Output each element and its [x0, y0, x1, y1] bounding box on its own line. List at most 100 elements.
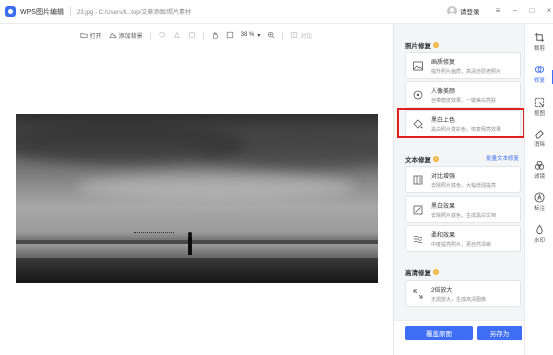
fit-screen-button[interactable]	[226, 31, 234, 39]
title-divider	[69, 7, 71, 16]
sidebar-item-label: 裁剪	[533, 46, 545, 52]
photo-light-band	[76, 174, 356, 200]
card-description: 提升照片画质，高清还原老照片	[431, 68, 502, 75]
chevron-down-icon: ▾	[257, 32, 261, 39]
photo-person-silhouette	[188, 232, 192, 255]
flip-button[interactable]	[173, 31, 181, 39]
login-button[interactable]: 请登录	[447, 6, 480, 16]
card-description: 中度提亮照片，更自然清晰	[431, 241, 492, 248]
rotate-left-button[interactable]	[158, 31, 166, 39]
repair-icon	[534, 66, 545, 73]
sidebar-item-label: 水印	[533, 238, 545, 244]
zoom-in-button[interactable]	[267, 31, 275, 39]
batch-text-repair-link[interactable]: 批量文本修复	[486, 154, 519, 162]
folder-icon	[80, 33, 88, 38]
image-toolbar: 打开 添加背景 38 % ▾ 对比	[0, 28, 392, 42]
close-icon[interactable]: ×	[545, 6, 553, 16]
compare-icon	[291, 32, 298, 38]
card-upscale-2x[interactable]: 2倍放大 无损放大，生成高清图像	[405, 280, 521, 307]
mirror-button[interactable]	[188, 31, 196, 39]
hand-icon	[212, 32, 218, 39]
add-background-button[interactable]: 添加背景	[108, 31, 143, 40]
sidebar-item-label: 修复	[533, 78, 545, 84]
sidebar-item-crop[interactable]: 裁剪	[525, 32, 553, 52]
sidebar-item-watermark[interactable]: 水印	[525, 224, 553, 244]
background-icon	[108, 32, 117, 38]
sidebar-item-repair[interactable]: 修复	[525, 64, 553, 84]
sidebar-item-annotate[interactable]: 标注	[525, 192, 553, 212]
eraser-icon	[535, 130, 544, 139]
card-title: 黑白效果	[431, 203, 456, 210]
card-contrast-enhance[interactable]: 对比增强 去除照片底色，大幅增强提亮	[405, 166, 521, 193]
card-portrait-beauty[interactable]: 人像美颜 自带磨皮效果，一键美白亮肤	[405, 81, 521, 108]
toolbar-divider-3	[282, 31, 284, 39]
app-name: WPS图片编辑	[20, 8, 64, 16]
toolbar-divider-2	[202, 31, 204, 39]
app-logo-icon	[5, 6, 16, 17]
flip-icon	[173, 31, 180, 38]
face-beauty-icon	[413, 90, 423, 99]
function-panel: 照片修复 i 画质修复 提升照片画质，高清还原老照片 人像美颜 自带磨皮效果，一…	[393, 24, 525, 355]
card-description: 去除照片底色，大幅增强提亮	[431, 182, 497, 189]
overwrite-original-button[interactable]: 覆盖原图	[405, 326, 473, 340]
card-title: 画质修复	[431, 59, 456, 66]
info-icon[interactable]: i	[433, 269, 439, 275]
hd-repair-title: 高清修复	[405, 270, 431, 277]
photo-repair-title: 照片修复	[405, 43, 431, 50]
info-icon[interactable]: i	[433, 156, 439, 162]
section-title-hd-repair: 高清修复 i	[405, 267, 439, 277]
save-as-button[interactable]: 另存为	[477, 326, 522, 340]
compare-label: 对比	[300, 33, 313, 40]
add-background-label: 添加背景	[118, 33, 143, 40]
card-title: 2倍放大	[431, 287, 453, 294]
zoom-select[interactable]: 38 % ▾	[241, 32, 261, 39]
filter-icon	[534, 160, 545, 170]
card-title: 对比增强	[431, 173, 456, 180]
card-soft-effect[interactable]: 柔和效果 中度提亮照片，更自然清晰	[405, 225, 521, 252]
minimize-icon[interactable]: –	[511, 6, 519, 16]
menu-icon[interactable]: ≡	[494, 6, 502, 16]
zoom-value: 38 %	[240, 32, 255, 38]
card-description: 去除照片底色，生成黑白文档	[431, 212, 497, 219]
photo-beach	[16, 258, 378, 283]
soft-effect-icon	[413, 235, 423, 243]
black-white-icon	[413, 205, 423, 214]
window-controls: ≡ – □ ×	[494, 6, 553, 16]
photo-sea	[16, 244, 378, 258]
file-path: 23.jpg - C:/Users/li...top/文章添图/照片素材	[76, 10, 191, 16]
card-description: 无损放大，生成高清图像	[431, 296, 487, 303]
card-black-white[interactable]: 黑白效果 去除照片底色，生成黑白文档	[405, 196, 521, 223]
photo-cloud-2	[196, 134, 378, 169]
sidebar-item-label: 滤镜	[533, 174, 545, 180]
image-enhance-icon	[413, 61, 423, 70]
open-button[interactable]: 打开	[80, 31, 102, 40]
info-icon[interactable]: i	[433, 42, 439, 48]
card-description: 自带磨皮效果，一键美白亮肤	[431, 97, 497, 104]
tool-sidebar: 裁剪 修复 抠图 消除 滤镜 标注 水印	[524, 24, 553, 355]
title-bar: WPS图片编辑 23.jpg - C:/Users/li...top/文章添图/…	[0, 0, 553, 24]
section-title-text-repair: 文本修复 i	[405, 154, 439, 164]
login-label: 请登录	[460, 9, 480, 16]
open-label: 打开	[89, 33, 102, 40]
sidebar-item-filter[interactable]: 滤镜	[525, 160, 553, 180]
zoom-in-icon	[268, 31, 275, 39]
crop-icon	[534, 32, 545, 43]
mirror-icon	[188, 32, 195, 38]
sidebar-item-label: 抠图	[533, 111, 545, 117]
sidebar-item-label: 标注	[533, 206, 545, 212]
pan-button[interactable]	[211, 31, 219, 39]
panel-footer: 覆盖原图 另存为	[394, 320, 525, 355]
toolbar-divider	[149, 31, 151, 39]
contrast-icon	[413, 175, 423, 184]
highlight-box	[397, 108, 525, 138]
upscale-icon	[413, 289, 423, 298]
photo-canvas[interactable]	[16, 114, 378, 283]
sidebar-item-label: 消除	[533, 142, 545, 148]
card-title: 人像美颜	[431, 88, 456, 95]
sidebar-item-cutout[interactable]: 抠图	[525, 97, 553, 117]
maximize-icon[interactable]: □	[528, 6, 536, 16]
sidebar-item-erase[interactable]: 消除	[525, 128, 553, 148]
section-title-photo-repair: 照片修复 i	[405, 40, 439, 50]
card-quality-repair[interactable]: 画质修复 提升照片画质，高清还原老照片	[405, 52, 521, 79]
compare-button[interactable]: 对比	[290, 31, 312, 40]
